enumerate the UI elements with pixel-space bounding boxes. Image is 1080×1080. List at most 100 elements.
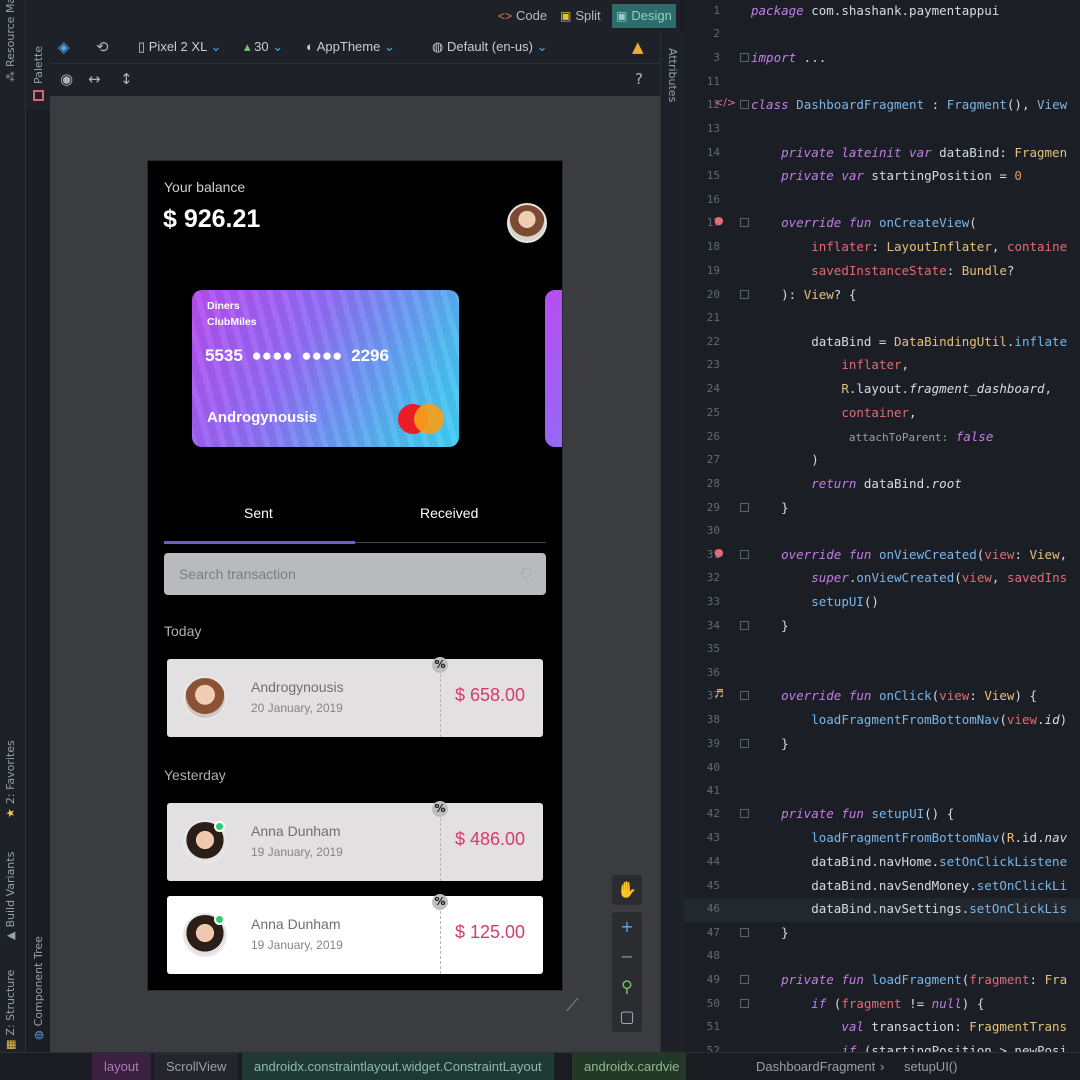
code-line: 37 ♬ override fun onClick(view: View) { <box>706 687 1038 703</box>
fold-icon[interactable] <box>740 691 749 700</box>
orientation-icon[interactable]: ⟲ <box>96 38 109 56</box>
breadcrumb-cardview[interactable]: androidx.cardvie <box>572 1053 686 1080</box>
fold-icon[interactable] <box>740 928 749 937</box>
search-placeholder: Search transaction <box>179 566 296 582</box>
design-mode-button[interactable]: ▣ Design <box>612 4 676 28</box>
breadcrumb-class[interactable]: DashboardFragment <box>744 1053 887 1080</box>
horizontal-resize-icon[interactable]: ↔ <box>88 70 101 88</box>
avatar <box>183 676 227 720</box>
breadcrumb-constraintlayout[interactable]: androidx.constraintlayout.widget.Constra… <box>242 1053 554 1080</box>
api-selector[interactable]: ▴ 30 ⌄ <box>244 39 283 55</box>
section-yesterday: Yesterday <box>164 767 226 783</box>
attributes-tab[interactable]: Attributes <box>666 48 679 102</box>
fold-icon[interactable] <box>740 621 749 630</box>
fold-icon[interactable] <box>740 290 749 299</box>
structure-tab[interactable]: ▦Z: Structure <box>4 970 17 1050</box>
chevron-down-icon: ⌄ <box>272 39 284 54</box>
resize-handle-icon[interactable]: ⟋ <box>566 995 579 1016</box>
star-icon: ★ <box>4 808 17 818</box>
code-line: 15 private var startingPosition = 0 <box>706 168 1022 183</box>
code-line: 28 return dataBind.root <box>706 476 962 491</box>
fold-icon[interactable] <box>740 218 749 227</box>
profile-avatar[interactable] <box>507 203 547 243</box>
resource-icon: ⁂ <box>4 71 17 82</box>
transaction-name: Anna Dunham <box>251 916 341 932</box>
override-icon[interactable]: ● <box>714 546 724 559</box>
tab-sent[interactable]: Sent <box>244 505 273 521</box>
code-icon: <> <box>498 9 513 23</box>
locale-selector[interactable]: ◍ Default (en-us) ⌄ <box>432 39 547 55</box>
device-selector[interactable]: ▯ Pixel 2 XL ⌄ <box>138 39 221 55</box>
palette-tab[interactable]: Palette <box>32 46 45 84</box>
pan-hand-icon[interactable]: ✋ <box>612 875 642 905</box>
implement-icon[interactable]: ♬ <box>714 687 724 700</box>
breadcrumb-layout[interactable]: layout <box>92 1053 151 1080</box>
card-number: 5535 ●●●● ●●●● 2296 <box>205 346 389 365</box>
vertical-resize-icon[interactable]: ↕ <box>120 70 133 88</box>
code-mode-button[interactable]: <> Code <box>494 4 551 28</box>
code-line: 40 <box>706 761 720 774</box>
help-icon[interactable]: ? <box>635 70 643 88</box>
tab-indicator <box>164 541 355 544</box>
layout-gutter-icon[interactable]: </> <box>714 96 736 109</box>
phone-preview[interactable]: Your balance $ 926.21 Diners ClubMiles 55… <box>147 160 563 991</box>
code-editor[interactable]: 1 package com.shashank.paymentappui 2 3 im… <box>684 0 1080 1052</box>
code-line: 14 private lateinit var dataBind: Fragme… <box>706 145 1068 160</box>
fold-icon[interactable] <box>740 975 749 984</box>
resource-manager-tab[interactable]: ⁂Resource Ma <box>4 0 17 82</box>
warning-icon[interactable]: ▲ <box>632 38 644 56</box>
next-card-peek[interactable] <box>545 290 562 447</box>
fold-icon[interactable] <box>740 809 749 818</box>
transaction-name: Anna Dunham <box>251 823 341 839</box>
structure-icon: ▦ <box>4 1039 17 1050</box>
zoom-in-icon[interactable]: + <box>612 912 642 942</box>
online-indicator <box>214 821 225 832</box>
zoom-out-icon[interactable]: − <box>612 942 642 972</box>
code-line: 26 attachToParent: false <box>706 429 994 444</box>
fold-icon[interactable] <box>740 739 749 748</box>
zoom-fit-icon[interactable]: ⚲ <box>612 972 642 1002</box>
eye-icon[interactable]: ◉ <box>60 70 73 88</box>
actual-size-icon[interactable]: ▢ <box>612 1002 642 1032</box>
favorites-tab[interactable]: ★2: Favorites <box>4 740 17 818</box>
transaction-tabs: Sent Received <box>164 501 546 544</box>
transaction-row[interactable]: Anna Dunham 19 January, 2019 % $ 125.00 <box>167 894 543 974</box>
code-line: 47 } <box>706 925 789 940</box>
tab-received[interactable]: Received <box>420 505 478 521</box>
palette-strip: Palette <box>26 0 50 110</box>
build-variants-tab[interactable]: ▲Build Variants <box>4 852 17 940</box>
theme-selector[interactable]: ◐ AppTheme ⌄ <box>306 39 395 55</box>
override-icon[interactable]: ● <box>714 214 724 227</box>
fold-icon[interactable] <box>740 53 749 62</box>
code-line: 12 </> class DashboardFragment : Fragment(… <box>706 96 1068 112</box>
breadcrumb-method[interactable]: setupUI() <box>892 1053 969 1080</box>
code-line: 25 container, <box>706 405 917 420</box>
chevron-down-icon: ⌄ <box>536 39 548 54</box>
fold-icon[interactable] <box>740 999 749 1008</box>
chevron-down-icon: ⌄ <box>383 39 395 54</box>
chevron-down-icon: ⌄ <box>210 39 222 54</box>
search-input[interactable]: Search transaction ○ <box>164 553 546 595</box>
fold-icon[interactable] <box>740 100 749 109</box>
breadcrumb: layout ScrollView androidx.constraintlay… <box>0 1052 1080 1080</box>
code-line: 39 } <box>706 736 789 751</box>
fold-icon[interactable] <box>740 550 749 559</box>
code-line: 36 <box>706 666 720 679</box>
split-mode-button[interactable]: ▣ Split <box>556 4 605 28</box>
breadcrumb-scrollview[interactable]: ScrollView <box>154 1053 239 1080</box>
layers-icon[interactable]: ◈ <box>58 38 70 56</box>
card-bank-name: Diners ClubMiles <box>207 300 257 328</box>
transaction-row[interactable]: Androgynousis 20 January, 2019 % $ 658.0… <box>167 657 543 737</box>
view-options-toolbar: ◉ ↔ ↕ ? <box>50 64 660 96</box>
code-line: 21 <box>706 311 720 324</box>
transaction-amount: $ 486.00 <box>455 829 526 849</box>
transaction-date: 19 January, 2019 <box>251 845 343 859</box>
component-tree-tab[interactable]: ◍Component Tree <box>32 936 45 1040</box>
percent-badge: % <box>432 657 448 673</box>
zoom-controls: + − ⚲ ▢ <box>612 912 642 1032</box>
transaction-row[interactable]: Anna Dunham 19 January, 2019 % $ 486.00 <box>167 801 543 881</box>
credit-card[interactable]: Diners ClubMiles 5535 ●●●● ●●●● 2296 Andr… <box>192 290 459 447</box>
fold-icon[interactable] <box>740 503 749 512</box>
code-line: 29 } <box>706 500 789 515</box>
view-mode-bar: <> Code ▣ Split ▣ Design <box>50 0 680 32</box>
